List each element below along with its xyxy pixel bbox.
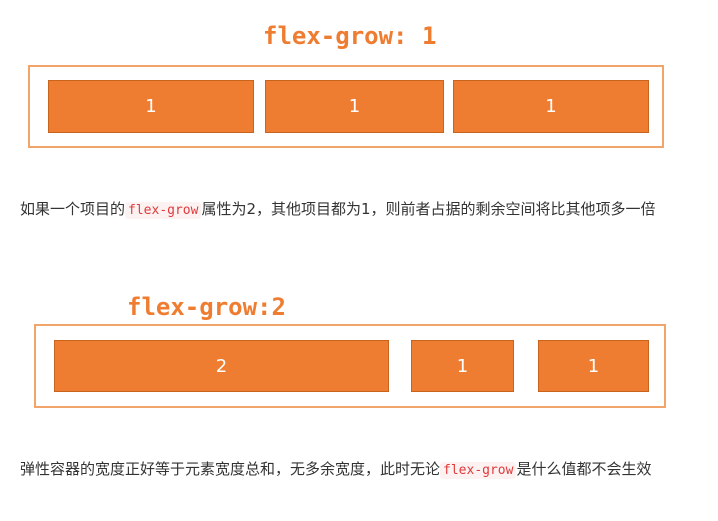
flex-container: 2 1 1 <box>34 324 666 408</box>
paragraph-text: 属性为2，其他项目都为1，则前者占据的剩余空间将比其他项多一倍 <box>201 200 656 218</box>
figure-title: flex-grow: 1 <box>263 22 437 50</box>
paragraph-text: 弹性容器的宽度正好等于元素宽度总和，无多余宽度，此时无论 <box>20 460 441 478</box>
figure-flex-grow-2: flex-grow:2 2 1 1 <box>20 285 680 415</box>
inline-code: flex-grow <box>440 462 517 479</box>
flex-item: 2 <box>54 340 389 392</box>
figure-title: flex-grow:2 <box>127 293 286 321</box>
figure-flex-grow-1: flex-grow: 1 1 1 1 <box>20 12 680 162</box>
flex-container: 1 1 1 <box>28 65 664 148</box>
inline-code: flex-grow <box>125 202 202 219</box>
flex-item: 1 <box>265 80 444 133</box>
paragraph-text: 如果一个项目的 <box>20 200 126 218</box>
paragraph: 弹性容器的宽度正好等于元素宽度总和，无多余宽度，此时无论 flex-grow 是什么… <box>20 456 680 484</box>
paragraph: 如果一个项目的 flex-grow 属性为2，其他项目都为1，则前者占据的剩余空间将… <box>20 196 680 224</box>
paragraph-text: 是什么值都不会生效 <box>516 460 652 478</box>
flex-item: 1 <box>538 340 649 392</box>
flex-item: 1 <box>453 80 649 133</box>
flex-item: 1 <box>411 340 514 392</box>
flex-item: 1 <box>48 80 254 133</box>
